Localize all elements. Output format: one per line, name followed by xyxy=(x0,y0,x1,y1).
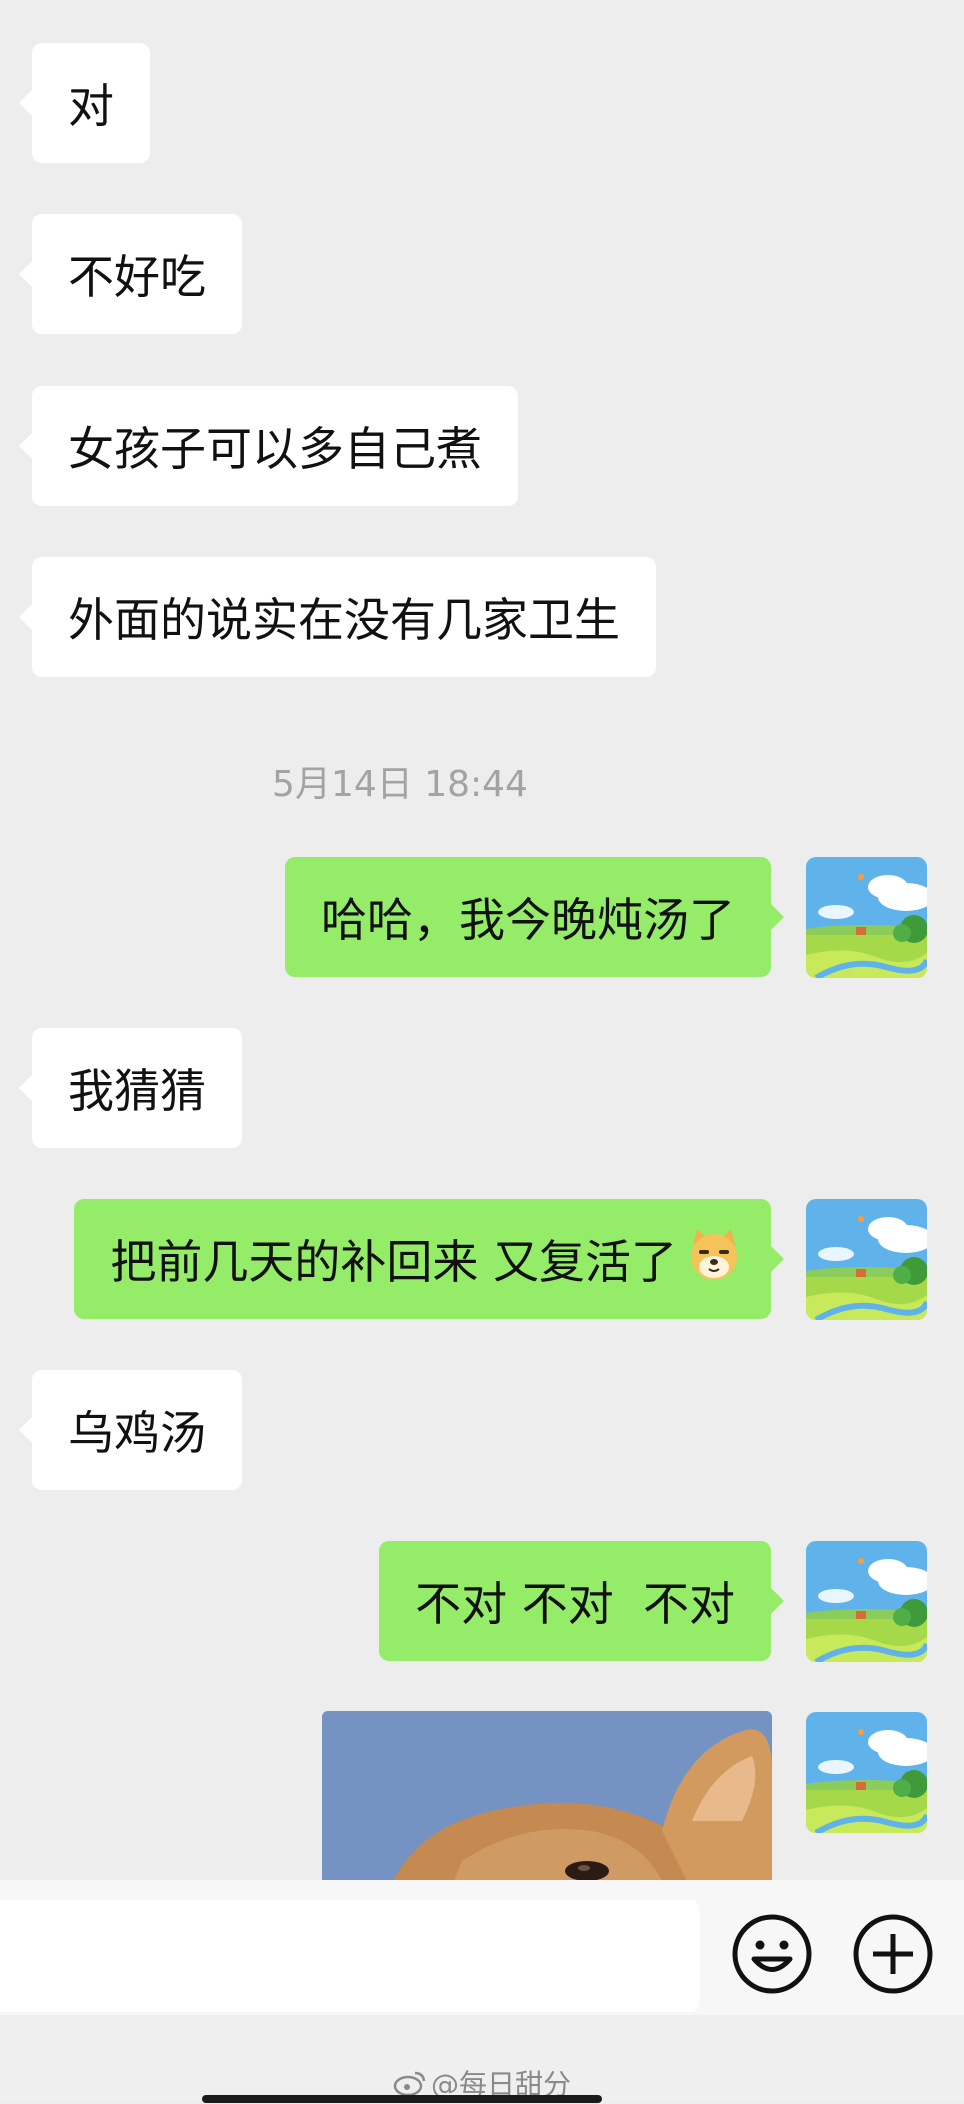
plus-circle-icon[interactable] xyxy=(851,1912,935,1996)
user-avatar[interactable] xyxy=(806,1199,927,1320)
chat-area[interactable]: 对 不好吃 女孩子可以多自己煮 外面的说实在没有几家卫生 5月14日 18:44… xyxy=(0,0,964,1880)
chat-input-bar xyxy=(0,1880,964,2015)
user-avatar[interactable] xyxy=(806,1541,927,1662)
message-text: 哈哈，我今晚炖汤了 xyxy=(321,893,735,947)
message-text: 乌鸡汤 xyxy=(68,1406,206,1460)
message-text: 外面的说实在没有几家卫生 xyxy=(68,593,620,647)
doge-emoji-icon xyxy=(685,1225,743,1294)
chat-timestamp: 5月14日 18:44 xyxy=(272,764,528,805)
message-bubble-outgoing[interactable]: 不对 不对 不对 xyxy=(379,1541,784,1661)
user-avatar[interactable] xyxy=(806,1712,927,1833)
message-bubble-incoming[interactable]: 不好吃 xyxy=(19,214,242,334)
message-bubble-incoming[interactable]: 我猜猜 xyxy=(19,1028,242,1148)
smiley-face-icon[interactable] xyxy=(730,1912,814,1996)
message-bubble-incoming[interactable]: 外面的说实在没有几家卫生 xyxy=(19,557,656,677)
message-bubble-outgoing[interactable]: 哈哈，我今晚炖汤了 xyxy=(285,857,784,977)
message-bubble-outgoing[interactable]: 把前几天的补回来 又复活了 xyxy=(74,1199,784,1319)
message-bubble-incoming[interactable]: 女孩子可以多自己煮 xyxy=(19,386,518,506)
message-text: 不对 不对 不对 xyxy=(415,1577,735,1631)
message-input[interactable] xyxy=(0,1900,700,2012)
message-text: 不好吃 xyxy=(68,250,206,304)
message-text: 对 xyxy=(68,79,114,133)
message-text: 我猜猜 xyxy=(68,1064,206,1118)
message-text: 把前几天的补回来 又复活了 xyxy=(110,1235,677,1289)
image-message[interactable] xyxy=(322,1711,772,1880)
home-indicator xyxy=(202,2095,602,2103)
message-bubble-incoming[interactable]: 乌鸡汤 xyxy=(19,1370,242,1490)
message-text: 女孩子可以多自己煮 xyxy=(68,422,482,476)
user-avatar[interactable] xyxy=(806,857,927,978)
message-bubble-incoming[interactable]: 对 xyxy=(19,43,150,163)
